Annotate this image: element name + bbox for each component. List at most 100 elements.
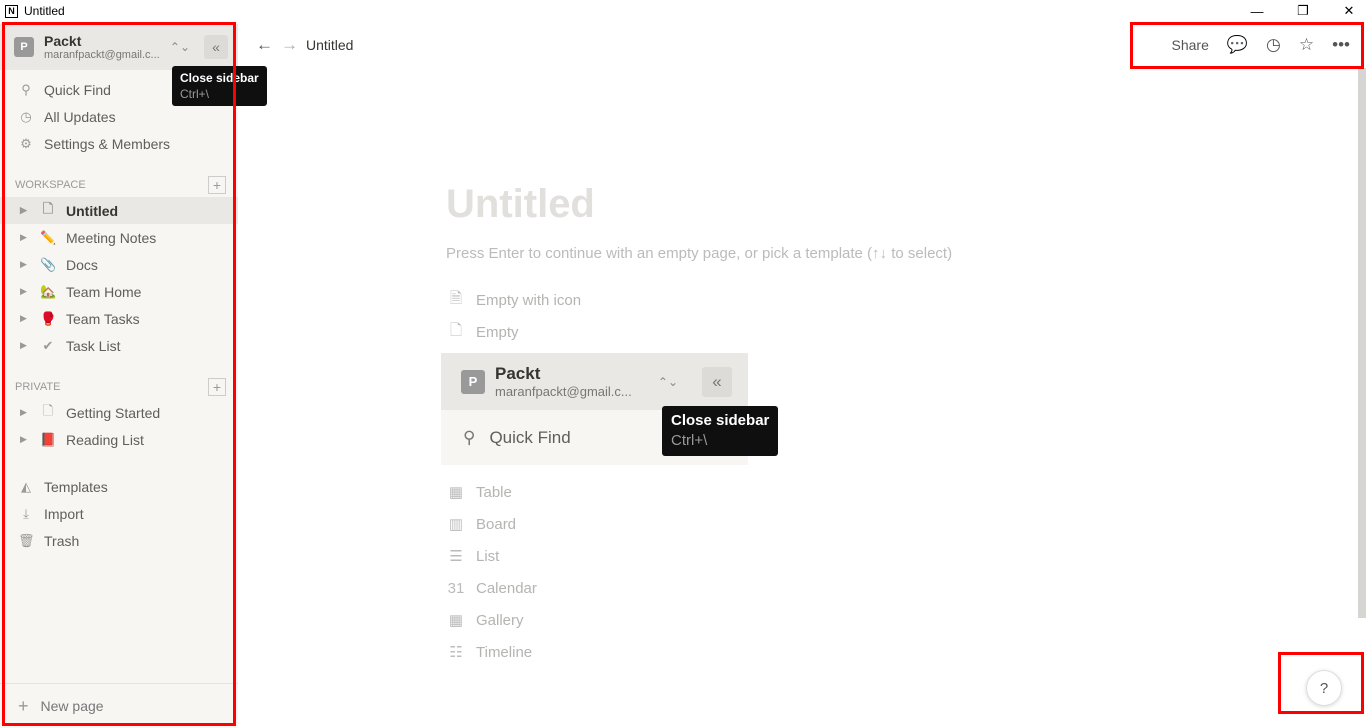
- workspace-avatar: P: [14, 37, 34, 57]
- item-label: Import: [44, 505, 84, 522]
- sidebar-item-reading-list[interactable]: ▶ 📕 Reading List: [0, 426, 238, 453]
- inset-workspace-switcher: P Packt maranfpackt@gmail.c... ⌃⌄ «: [441, 353, 748, 410]
- forward-button[interactable]: →: [281, 35, 298, 55]
- sidebar-item-all-updates[interactable]: ◷ All Updates: [0, 103, 238, 130]
- comment-icon[interactable]: 💬: [1227, 35, 1248, 55]
- window-title: Untitled: [24, 4, 65, 18]
- sidebar-item-getting-started[interactable]: ▶ 🗋 Getting Started: [0, 399, 238, 426]
- sidebar-item-import[interactable]: ⤓ Import: [0, 500, 238, 527]
- sidebar-item-task-list[interactable]: ▶ ✔ Task List: [0, 332, 238, 359]
- sidebar-item-settings-members[interactable]: ⚙ Settings & Members: [0, 130, 238, 157]
- empty-icon: 🗋: [449, 321, 463, 339]
- expand-triangle-icon[interactable]: ▶: [20, 205, 32, 216]
- template-empty-with-icon[interactable]: 🗎 Empty with icon: [446, 284, 952, 316]
- task-list-icon: ✔: [42, 337, 54, 353]
- workspace-switcher[interactable]: P Packt maranfpackt@gmail.c... ⌃⌄ «: [0, 24, 238, 70]
- item-label: Reading List: [66, 431, 144, 448]
- inset-tooltip-shortcut: Ctrl+\: [671, 432, 708, 449]
- item-label: Settings & Members: [44, 135, 171, 152]
- expand-triangle-icon[interactable]: ▶: [20, 313, 32, 324]
- chevron-updown-icon[interactable]: ⌃⌄: [170, 40, 190, 54]
- private-section-label: PRIVATE: [15, 381, 61, 393]
- item-label: Templates: [44, 478, 108, 495]
- inset-close-sidebar-icon: «: [702, 366, 732, 397]
- item-label: Table: [476, 483, 512, 501]
- template-empty[interactable]: 🗋 Empty: [446, 316, 952, 348]
- inset-workspace-avatar: P: [461, 369, 485, 394]
- calendar-icon: 31: [447, 579, 465, 597]
- item-label: List: [476, 547, 500, 565]
- expand-triangle-icon[interactable]: ▶: [20, 286, 32, 297]
- restore-button[interactable]: ❐: [1280, 0, 1326, 22]
- inset-workspace-email: maranfpackt@gmail.c...: [495, 384, 632, 399]
- close-sidebar-tooltip: Close sidebar Ctrl+\: [172, 66, 267, 106]
- list-icon: ☰: [449, 548, 463, 565]
- expand-triangle-icon[interactable]: ▶: [20, 232, 32, 243]
- item-label: Board: [476, 515, 517, 533]
- reading-list-icon: 📕: [40, 431, 57, 447]
- sidebar-item-untitled[interactable]: ▶ 🗋 Untitled: [0, 197, 238, 224]
- template-timeline[interactable]: ☷ Timeline: [446, 636, 952, 668]
- new-page-button[interactable]: + New page: [0, 683, 238, 728]
- item-label: Team Home: [66, 283, 142, 300]
- sidebar-item-trash[interactable]: 🗑 Trash: [0, 527, 238, 554]
- item-label: Team Tasks: [66, 310, 140, 327]
- sidebar-item-meeting-notes[interactable]: ▶ ✏️ Meeting Notes: [0, 224, 238, 251]
- tooltip-title: Close sidebar: [180, 71, 259, 85]
- minimize-button[interactable]: —: [1234, 0, 1280, 22]
- import-icon: ⤓: [23, 505, 29, 521]
- back-button[interactable]: ←: [256, 35, 273, 55]
- item-label: Trash: [44, 532, 80, 549]
- history-icon[interactable]: ◷: [1266, 35, 1281, 55]
- templates-icon: ◭: [21, 478, 31, 494]
- window-titlebar: N Untitled — ❐ ✕: [0, 0, 1372, 22]
- template-table[interactable]: ▦ Table: [446, 476, 952, 508]
- inset-quick-find: Quick Find: [489, 427, 571, 447]
- tooltip-shortcut: Ctrl+\: [180, 87, 210, 101]
- quick-find-icon: ⚲: [21, 81, 31, 97]
- inset-chevron-updown-icon: ⌃⌄: [657, 374, 678, 389]
- page-hint: Press Enter to continue with an empty pa…: [446, 245, 953, 262]
- template-board[interactable]: ▥ Board: [446, 508, 952, 540]
- share-button[interactable]: Share: [1172, 37, 1209, 53]
- item-label: Getting Started: [66, 404, 161, 421]
- scrollbar[interactable]: [1358, 68, 1366, 618]
- add-private-page-button[interactable]: +: [208, 378, 226, 396]
- item-label: All Updates: [44, 108, 116, 125]
- expand-triangle-icon[interactable]: ▶: [20, 434, 32, 445]
- workspace-email: maranfpackt@gmail.c...: [44, 49, 160, 61]
- board-icon: ▥: [448, 516, 464, 533]
- team-tasks-icon: 🥊: [40, 310, 57, 326]
- more-icon[interactable]: •••: [1332, 35, 1350, 55]
- gallery-icon: ▦: [448, 612, 464, 629]
- sidebar: P Packt maranfpackt@gmail.c... ⌃⌄ « ⚲ Quic…: [0, 22, 238, 728]
- expand-triangle-icon[interactable]: ▶: [20, 340, 32, 351]
- template-gallery[interactable]: ▦ Gallery: [446, 604, 952, 636]
- template-list[interactable]: ☰ List: [446, 540, 952, 572]
- docs-icon: 📎: [40, 256, 57, 272]
- getting-started-icon: 🗋: [42, 402, 54, 418]
- close-window-button[interactable]: ✕: [1326, 0, 1372, 22]
- inset-workspace-name: Packt: [495, 364, 541, 383]
- add-workspace-page-button[interactable]: +: [208, 176, 226, 194]
- sidebar-item-team-tasks[interactable]: ▶ 🥊 Team Tasks: [0, 305, 238, 332]
- close-sidebar-button[interactable]: «: [204, 35, 228, 59]
- timeline-icon: ☷: [449, 644, 463, 661]
- help-button[interactable]: ?: [1306, 670, 1342, 706]
- sidebar-item-templates[interactable]: ◭ Templates: [0, 473, 238, 500]
- sidebar-item-docs[interactable]: ▶ 📎 Docs: [0, 251, 238, 278]
- favorite-star-icon[interactable]: ☆: [1299, 35, 1314, 55]
- item-label: Meeting Notes: [66, 229, 157, 246]
- breadcrumb[interactable]: Untitled: [306, 37, 353, 53]
- workspace-section-label: WORKSPACE: [15, 179, 86, 191]
- template-calendar[interactable]: 31 Calendar: [446, 572, 952, 604]
- page-title[interactable]: Untitled: [446, 182, 952, 227]
- table-icon: ▦: [448, 484, 464, 501]
- expand-triangle-icon[interactable]: ▶: [20, 259, 32, 270]
- sidebar-item-team-home[interactable]: ▶ 🏡 Team Home: [0, 278, 238, 305]
- trash-icon: 🗑: [18, 532, 35, 548]
- item-label: Calendar: [476, 579, 537, 597]
- expand-triangle-icon[interactable]: ▶: [20, 407, 32, 418]
- item-label: Empty: [476, 323, 519, 341]
- item-label: Empty with icon: [476, 291, 582, 309]
